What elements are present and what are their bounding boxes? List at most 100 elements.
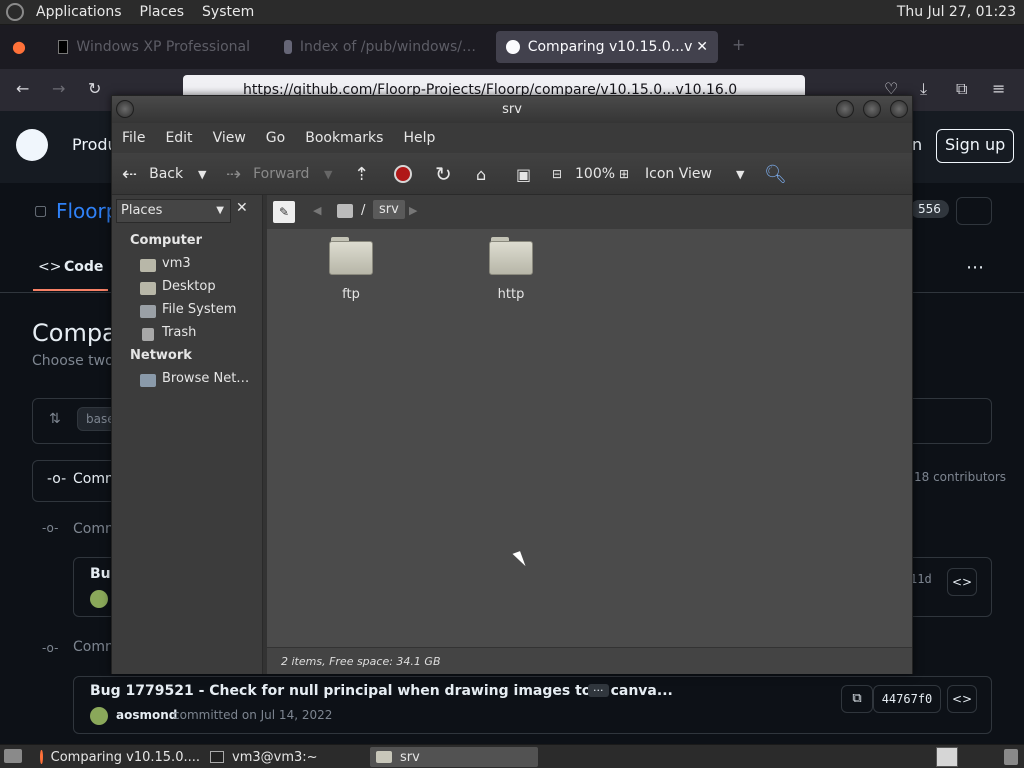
file-view[interactable]: ftp http [267,229,912,647]
commit-row: Bug 1779521 - Check for null principal w… [73,676,992,734]
star-dropdown[interactable] [956,197,992,225]
extensions-icon[interactable]: ⧉ [956,79,967,99]
browse-code-icon[interactable]: <> [947,568,977,596]
root-drive-icon[interactable] [337,204,353,218]
folder-icon[interactable] [329,237,373,275]
avatar[interactable] [90,707,108,725]
repo-name-partial[interactable]: Floorp [56,199,118,223]
back-button[interactable]: ⇠ Back [122,153,183,195]
sidebar-item-file-system[interactable]: File System [162,302,236,317]
expand-commit-button[interactable]: ··· [588,684,609,697]
zoom-out-icon[interactable]: ⊟ [552,153,562,195]
maximize-icon[interactable] [863,100,881,118]
path-button-srv[interactable]: srv [373,200,405,219]
browse-code-icon[interactable]: <> [947,685,977,713]
reload-icon[interactable]: ↻ [435,153,452,195]
sidebar-item-trash[interactable]: Trash [162,325,196,340]
browser-tab-strip: ● Windows XP Professional Index of /pub/… [0,25,1024,69]
folder-label-http[interactable]: http [471,287,551,302]
show-desktop-icon[interactable] [4,749,22,763]
firefox-menu-icon[interactable]: ● [12,37,26,56]
back-arrow-icon[interactable]: ← [16,79,29,98]
forward-history-dropdown-icon[interactable]: ▼ [324,153,332,195]
tab-favicon-icon [58,40,69,54]
menu-help[interactable]: Help [393,130,445,146]
commit-sha-partial[interactable]: 11d [910,572,932,586]
close-tab-icon[interactable]: ✕ [696,39,708,55]
hamburger-menu-icon[interactable]: ≡ [992,79,1005,98]
menu-view[interactable]: View [203,130,256,146]
commits-tab-box: -o- Comm [32,460,122,502]
sidebar-item-desktop[interactable]: Desktop [162,279,216,294]
tab-windows-xp[interactable]: Windows XP Professional [48,31,260,63]
avatar[interactable] [90,590,108,608]
commit-author[interactable]: aosmond [116,708,177,722]
view-mode-dropdown-icon[interactable]: ▼ [736,153,744,195]
commit-title[interactable]: Bug 1779521 - Check for null principal w… [90,683,673,699]
network-icon [140,374,156,387]
distro-logo-icon[interactable] [6,3,24,21]
reload-icon[interactable]: ↻ [88,79,101,98]
menu-edit[interactable]: Edit [155,130,202,146]
github-logo-icon[interactable] [16,129,48,161]
zoom-in-icon[interactable]: ⊞ [619,153,629,195]
sign-up-button[interactable]: Sign up [936,129,1015,163]
zoom-level[interactable]: 100% [575,153,615,195]
stop-icon[interactable] [394,153,412,195]
workspace-switcher[interactable] [936,747,958,767]
commit-sha[interactable]: 44767f0 [873,685,941,713]
menu-file[interactable]: File [112,130,155,146]
forward-arrow-icon: ⇢ [226,163,242,185]
new-tab-icon[interactable]: + [732,35,745,54]
tab-label: Comparing v10.15.0...v10.16 [527,39,693,55]
sidebar-item-vm3[interactable]: vm3 [162,256,191,271]
folder-icon [376,751,392,763]
folder-label-ftp[interactable]: ftp [311,287,391,302]
sidebar-item-browse-network[interactable]: Browse Net… [162,371,249,386]
close-window-icon[interactable] [890,100,908,118]
path-left-arrow-icon[interactable]: ◀ [313,204,321,217]
trash-applet-icon[interactable] [1004,749,1018,765]
tab-code[interactable]: Code [64,259,103,275]
more-options-icon[interactable]: ⋯ [966,257,984,278]
window-titlebar[interactable]: srv [112,96,912,123]
sign-in-partial[interactable]: n [912,135,922,154]
task-firefox[interactable]: Comparing v10.15.0.... [34,747,200,767]
path-right-arrow-icon[interactable]: ▶ [409,204,417,217]
tab-index-pub[interactable]: Index of /pub/windows/… [274,31,486,63]
download-icon[interactable]: ⤓ [920,79,927,99]
copy-sha-icon[interactable]: ⧉ [841,685,873,713]
task-file-manager[interactable]: srv [370,747,538,767]
forward-button[interactable]: ⇢ Forward [226,153,309,195]
view-mode-select[interactable]: Icon View [645,153,712,195]
menu-bookmarks[interactable]: Bookmarks [295,130,393,146]
home-icon[interactable]: ⌂ [476,153,486,195]
edit-location-icon[interactable]: ✎ [273,201,295,223]
commit-date: committed on Jul 14, 2022 [173,708,333,722]
window-menu-icon[interactable] [116,100,134,118]
computer-icon[interactable]: ▣ [516,153,531,195]
close-sidebar-icon[interactable]: ✕ [236,200,248,216]
system-menu[interactable]: System [196,4,260,20]
sidebar-selector[interactable]: Places ▼ [116,199,231,223]
repo-icon: ▢ [34,203,48,219]
search-icon[interactable]: 🔍︎ [764,153,787,195]
top-panel: Applications Places System Thu Jul 27, 0… [0,0,1024,25]
tab-favicon-icon [284,40,292,54]
forward-arrow-icon[interactable]: → [52,79,65,98]
tab-github-compare[interactable]: Comparing v10.15.0...v10.16 ✕ [496,31,718,63]
menu-go[interactable]: Go [256,130,295,146]
minimize-icon[interactable] [836,100,854,118]
task-terminal[interactable]: vm3@vm3:~ [204,747,364,767]
github-favicon-icon [506,40,520,54]
clock[interactable]: Thu Jul 27, 01:23 [897,4,1016,20]
applications-menu[interactable]: Applications [30,4,128,20]
contributors-partial[interactable]: 18 contributors [914,470,1006,484]
path-separator: / [361,203,366,218]
star-count[interactable]: 556 [910,200,949,218]
back-history-dropdown-icon[interactable]: ▼ [198,153,206,195]
up-arrow-icon[interactable]: ⇡ [354,153,369,195]
folder-icon[interactable] [489,237,533,275]
menu-bar: File Edit View Go Bookmarks Help [112,123,912,153]
places-menu[interactable]: Places [134,4,191,20]
